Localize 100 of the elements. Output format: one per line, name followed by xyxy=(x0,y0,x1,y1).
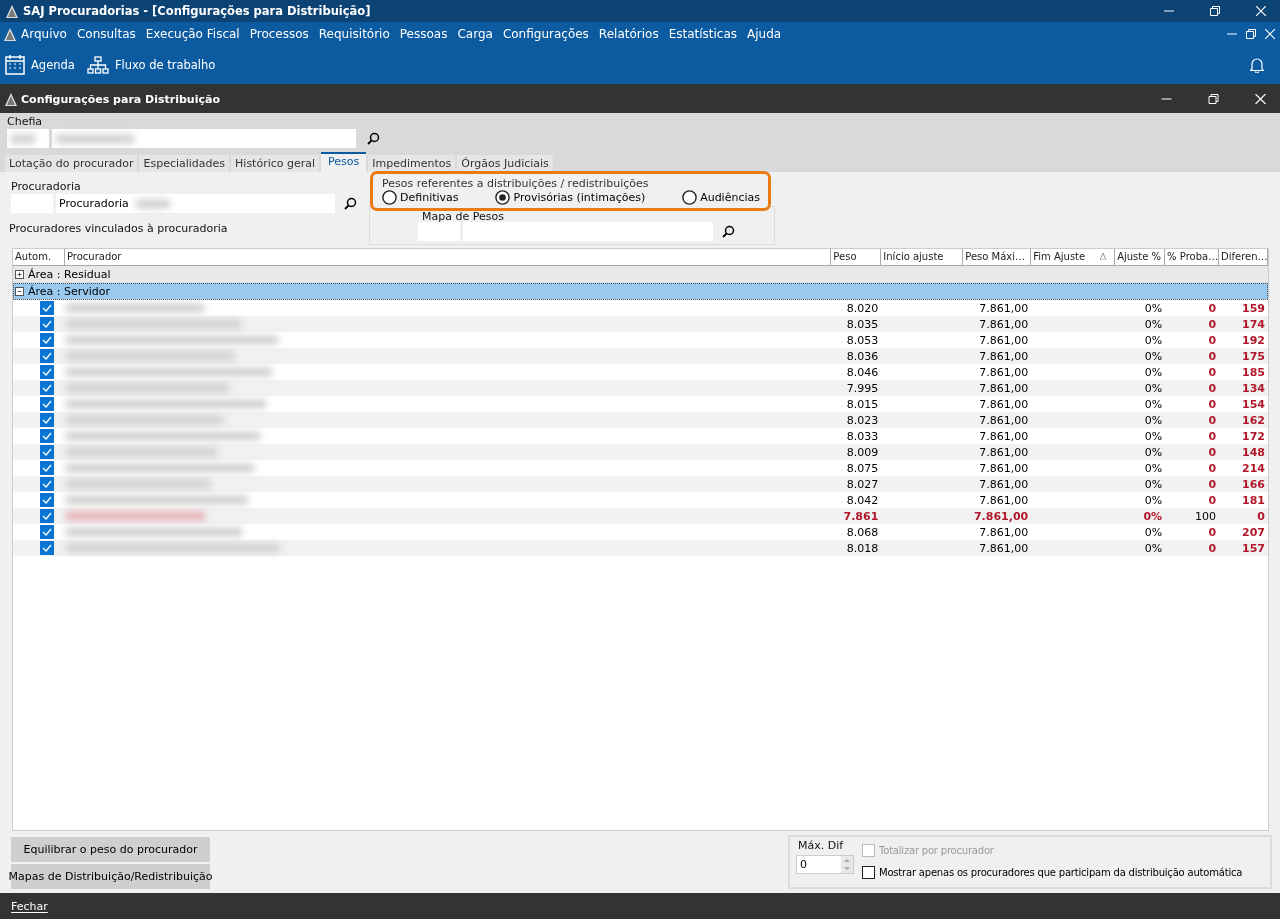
group-row[interactable]: Área : Servidor xyxy=(13,283,1268,300)
menu-item[interactable]: Relatórios xyxy=(593,27,664,41)
table-cell-text: 7.861,00 xyxy=(978,493,1030,507)
column-header[interactable]: Autom. xyxy=(13,249,65,265)
expand-icon[interactable] xyxy=(15,269,24,279)
checkbox[interactable] xyxy=(40,365,54,379)
checkbox[interactable] xyxy=(40,461,54,475)
menu-item[interactable]: Ajuda xyxy=(742,27,787,41)
radio-option[interactable]: Audiências xyxy=(682,190,760,205)
collapse-icon[interactable] xyxy=(15,286,24,296)
table-cell-text: 0 xyxy=(1207,461,1218,475)
checkbox[interactable] xyxy=(40,525,54,539)
checkbox[interactable] xyxy=(40,381,54,395)
checkbox[interactable] xyxy=(40,509,54,523)
menu-item[interactable]: Arquivo xyxy=(16,27,72,41)
close-icon[interactable] xyxy=(1255,94,1266,104)
checkbox[interactable] xyxy=(40,349,54,363)
search-icon[interactable] xyxy=(367,132,380,145)
radio-button[interactable] xyxy=(682,190,698,205)
action-button[interactable]: Equilibrar o peso do procurador xyxy=(11,837,210,862)
table-cell-text: 7.861,00 xyxy=(978,397,1030,411)
column-header[interactable]: Peso xyxy=(831,249,882,265)
toolbar-button[interactable]: Agenda xyxy=(5,55,75,75)
close-icon[interactable] xyxy=(1256,6,1266,16)
restore-icon[interactable] xyxy=(1208,94,1219,104)
menu-item[interactable]: Execução Fiscal xyxy=(140,27,245,41)
calendar-icon xyxy=(5,55,25,75)
input-field[interactable] xyxy=(52,129,356,148)
table-cell-text: 0 xyxy=(1207,493,1218,507)
group-label: Área : Servidor xyxy=(28,284,111,298)
column-header[interactable]: Início ajuste xyxy=(881,249,964,265)
radio-option[interactable]: Definitivas xyxy=(382,190,459,205)
checkbox[interactable] xyxy=(40,333,54,347)
table-cell-text: 0% xyxy=(1143,525,1164,539)
sort-icon xyxy=(1100,253,1107,260)
menu-item[interactable]: Processos xyxy=(244,27,314,41)
field-label: Máx. Dif xyxy=(798,839,845,852)
menu-item[interactable]: Consultas xyxy=(71,27,141,41)
radio-button[interactable] xyxy=(382,190,397,205)
column-header[interactable]: Procurador xyxy=(64,249,832,265)
search-icon[interactable] xyxy=(344,197,357,210)
restore-icon[interactable] xyxy=(1246,29,1256,39)
checkbox[interactable] xyxy=(40,413,54,427)
tab[interactable]: Lotação do procurador xyxy=(5,155,138,172)
column-header[interactable]: % Proba… xyxy=(1165,249,1220,265)
menu-item[interactable]: Estatísticas xyxy=(663,27,743,41)
checkbox[interactable] xyxy=(40,397,54,411)
tab[interactable]: Pesos xyxy=(321,152,367,172)
toolbar-button[interactable]: Fluxo de trabalho xyxy=(86,56,216,74)
table-cell-text: 0 xyxy=(1207,317,1218,331)
table-cell-text: 0% xyxy=(1143,381,1164,395)
table-cell-text: 0% xyxy=(1143,429,1164,443)
table-cell-text: 148 xyxy=(1241,445,1266,459)
field-label: Mapa de Pesos xyxy=(420,211,506,222)
table-cell-text: 157 xyxy=(1241,541,1266,555)
table-cell-text: 0 xyxy=(1207,541,1218,555)
checkbox[interactable] xyxy=(40,477,54,491)
menu-item[interactable]: Configurações xyxy=(497,27,594,41)
close-icon[interactable] xyxy=(1265,29,1275,39)
table-cell-text: 0% xyxy=(1143,301,1164,315)
column-header[interactable]: Peso Máxi… xyxy=(963,249,1032,265)
menu-item[interactable]: Pessoas xyxy=(394,27,453,41)
action-button[interactable]: Mapas de Distribuição/Redistribuição xyxy=(11,864,210,889)
table-cell-text: 7.861,00 xyxy=(978,429,1030,443)
checkbox[interactable] xyxy=(40,317,54,331)
table-cell-text: 174 xyxy=(1241,317,1266,331)
checkbox[interactable] xyxy=(40,429,54,443)
restore-icon[interactable] xyxy=(1210,6,1220,16)
table-cell-text: 0% xyxy=(1143,333,1164,347)
checkbox[interactable] xyxy=(40,445,54,459)
radio-option[interactable]: Provisórias (intimações) xyxy=(495,190,646,205)
checkbox[interactable] xyxy=(40,493,54,507)
column-header[interactable]: Ajuste % xyxy=(1115,249,1166,265)
radio-button[interactable] xyxy=(495,190,511,205)
checkbox[interactable] xyxy=(862,865,875,879)
table-cell-text: 0% xyxy=(1143,317,1164,331)
table-cell-text: 8.015 xyxy=(845,397,880,411)
checkbox[interactable] xyxy=(40,541,54,555)
checkbox[interactable] xyxy=(40,301,54,315)
menu-item[interactable]: Requisitório xyxy=(313,27,395,41)
tab[interactable]: Histórico geral xyxy=(231,155,320,172)
input-field[interactable]: Procuradoria xyxy=(56,194,335,213)
table-cell-text: 7.861,00 xyxy=(978,365,1030,379)
bell-icon[interactable] xyxy=(1250,57,1264,73)
table-cell-text: 8.027 xyxy=(845,477,880,491)
table-cell-text: 0% xyxy=(1143,445,1164,459)
close-button[interactable]: Fechar xyxy=(11,899,48,913)
column-header[interactable]: Diferen… xyxy=(1219,249,1268,265)
table-cell-text: 7.861,00 xyxy=(978,413,1030,427)
input-field[interactable] xyxy=(7,129,49,148)
number-field[interactable]: 0 xyxy=(796,855,854,874)
table-cell-text: 7.861,00 xyxy=(978,525,1030,539)
column-header[interactable]: Fim Ajuste xyxy=(1031,249,1116,265)
table-cell-text: 0% xyxy=(1143,477,1164,491)
menu-item[interactable]: Carga xyxy=(452,27,498,41)
group-row[interactable]: Área : Residual xyxy=(13,266,1268,283)
checkbox-option[interactable]: Mostrar apenas os procuradores que participam da distribuição automática xyxy=(862,861,1243,883)
tab[interactable]: Especialidades xyxy=(139,155,230,172)
search-icon[interactable] xyxy=(722,225,735,238)
table-cell-text: 8.020 xyxy=(845,301,880,315)
